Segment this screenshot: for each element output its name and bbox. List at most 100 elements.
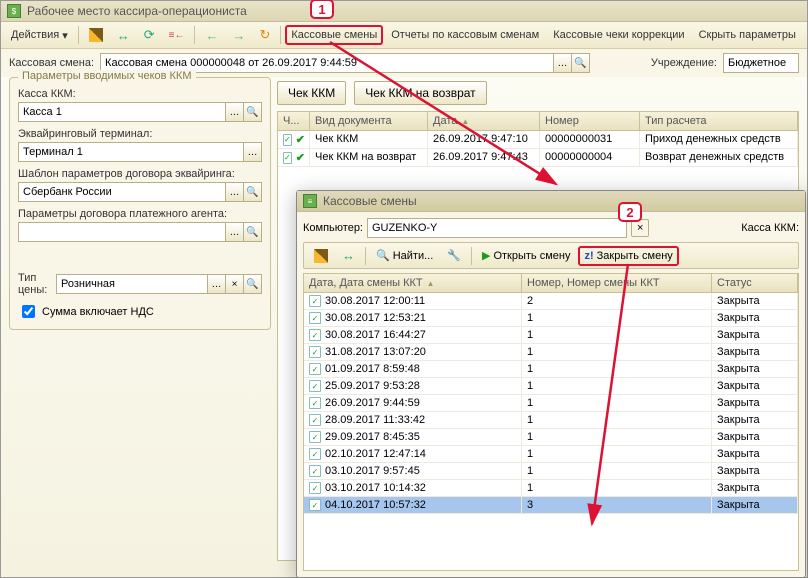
forward-icon[interactable] — [226, 25, 251, 46]
table-row[interactable]: 30.08.2017 12:53:211Закрыта — [304, 310, 798, 327]
cell-shift-status: Закрыта — [712, 327, 798, 343]
table-row[interactable]: 28.09.2017 11:33:421Закрыта — [304, 412, 798, 429]
close-shift-button[interactable]: z!Закрыть смену — [578, 246, 678, 266]
acq-input[interactable]: … — [18, 142, 262, 162]
edit-icon[interactable] — [83, 25, 109, 45]
cell-shift-num: 1 — [522, 429, 712, 445]
cell-shift-num: 1 — [522, 480, 712, 496]
open-shift-button[interactable]: Открыть смену — [476, 246, 576, 265]
search-icon[interactable]: 🔍 — [571, 54, 589, 72]
cell-shift-status: Закрыта — [712, 344, 798, 360]
ellipsis-icon[interactable]: … — [207, 275, 225, 293]
kkm-input[interactable]: … 🔍 — [18, 102, 262, 122]
table-row[interactable]: 04.10.2017 10:57:323Закрыта — [304, 497, 798, 514]
table-row[interactable]: 31.08.2017 13:07:201Закрыта — [304, 344, 798, 361]
col-shift-status[interactable]: Статус — [712, 274, 798, 292]
search-icon[interactable]: 🔍 — [243, 275, 261, 293]
shifts-grid[interactable]: Дата, Дата смены ККТ▲ Номер, Номер смены… — [303, 273, 799, 571]
wrench-icon[interactable] — [441, 246, 467, 265]
tmpl-field[interactable] — [19, 183, 225, 201]
table-row[interactable]: 03.10.2017 9:57:451Закрыта — [304, 463, 798, 480]
computer-input[interactable] — [367, 218, 627, 238]
find-button[interactable]: Найти... — [370, 246, 439, 265]
tab-cash-shifts[interactable]: Кассовые смены — [285, 25, 383, 45]
steps-icon[interactable] — [163, 26, 191, 44]
col-num[interactable]: Номер — [540, 112, 640, 130]
table-row[interactable]: 29.09.2017 8:45:351Закрыта — [304, 429, 798, 446]
col-type[interactable]: Тип расчета — [640, 112, 798, 130]
cell-shift-date: 29.09.2017 8:45:35 — [304, 429, 522, 445]
col-date[interactable]: Дата▲ — [428, 112, 540, 130]
ellipsis-icon[interactable]: … — [225, 223, 243, 241]
table-row[interactable]: ✔Чек ККМ26.09.2017 9:47:1000000000031При… — [278, 131, 798, 149]
price-input[interactable]: … × 🔍 — [56, 274, 262, 294]
kkm-field[interactable] — [19, 103, 225, 121]
sort-asc-icon: ▲ — [461, 117, 469, 126]
check-kkm-button[interactable]: Чек ККМ — [277, 81, 346, 105]
window-title: Рабочее место кассира-операциониста — [27, 4, 247, 18]
search-icon[interactable]: 🔍 — [243, 223, 261, 241]
table-row[interactable]: 30.08.2017 16:44:271Закрыта — [304, 327, 798, 344]
search-icon[interactable]: 🔍 — [243, 183, 261, 201]
cell-shift-status: Закрыта — [712, 310, 798, 326]
agent-input[interactable]: … 🔍 — [18, 222, 262, 242]
cell-kind: Чек ККМ — [310, 131, 428, 148]
tmpl-input[interactable]: … 🔍 — [18, 182, 262, 202]
table-row[interactable]: 25.09.2017 9:53:281Закрыта — [304, 378, 798, 395]
ellipsis-icon[interactable]: … — [553, 54, 571, 72]
cell-date: 26.09.2017 9:47:10 — [428, 131, 540, 148]
refresh-icon[interactable] — [138, 24, 161, 46]
col-shift-date[interactable]: Дата, Дата смены ККТ▲ — [304, 274, 522, 292]
cell-shift-date: 03.10.2017 9:57:45 — [304, 463, 522, 479]
doc-posted-icon — [309, 363, 321, 375]
vat-checkbox[interactable]: Сумма включает НДС — [18, 302, 262, 321]
search-icon[interactable]: 🔍 — [243, 103, 261, 121]
col-kind[interactable]: Вид документа — [310, 112, 428, 130]
doc-posted-icon — [283, 134, 292, 146]
cell-shift-status: Закрыта — [712, 361, 798, 377]
table-row[interactable]: ✔Чек ККМ на возврат26.09.2017 9:47:43000… — [278, 149, 798, 167]
table-row[interactable]: 30.08.2017 12:00:112Закрыта — [304, 293, 798, 310]
cell-shift-num: 1 — [522, 310, 712, 326]
clear-icon[interactable]: × — [225, 275, 243, 293]
vat-check-input[interactable] — [22, 305, 35, 318]
cell-shift-num: 1 — [522, 344, 712, 360]
table-row[interactable]: 01.09.2017 8:59:481Закрыта — [304, 361, 798, 378]
col-shift-num[interactable]: Номер, Номер смены ККТ — [522, 274, 712, 292]
price-label: Тип цены: — [18, 272, 52, 296]
table-row[interactable]: 26.09.2017 9:44:591Закрыта — [304, 395, 798, 412]
reload-icon[interactable] — [253, 24, 276, 46]
cell-shift-date: 30.08.2017 12:53:21 — [304, 310, 522, 326]
cell-num: 00000000031 — [540, 131, 640, 148]
tab-hide-params[interactable]: Скрыть параметры — [693, 26, 802, 44]
table-row[interactable]: 02.10.2017 12:47:141Закрыта — [304, 446, 798, 463]
doc-posted-icon — [309, 380, 321, 392]
check-kkm-return-button[interactable]: Чек ККМ на возврат — [354, 81, 486, 105]
swap-icon[interactable] — [336, 245, 361, 266]
swap-icon[interactable] — [111, 25, 136, 46]
org-field[interactable] — [724, 54, 808, 72]
table-row[interactable]: 03.10.2017 10:14:321Закрыта — [304, 480, 798, 497]
acq-field[interactable] — [19, 143, 243, 161]
ellipsis-icon[interactable]: … — [225, 103, 243, 121]
org-label: Учреждение: — [651, 57, 717, 69]
doc-posted-icon — [309, 448, 321, 460]
callout-2: 2 — [618, 202, 642, 222]
tab-cash-reports[interactable]: Отчеты по кассовым сменам — [385, 26, 545, 44]
separator — [194, 26, 195, 44]
ellipsis-icon[interactable]: … — [225, 183, 243, 201]
agent-field[interactable] — [19, 223, 225, 241]
ellipsis-icon[interactable]: … — [243, 143, 261, 161]
doc-posted-icon — [309, 346, 321, 358]
price-field[interactable] — [57, 275, 207, 293]
doc-posted-icon — [283, 152, 292, 164]
org-input[interactable] — [723, 53, 799, 73]
edit-icon[interactable] — [308, 246, 334, 266]
tab-correction-checks[interactable]: Кассовые чеки коррекции — [547, 26, 690, 44]
computer-field[interactable] — [368, 219, 626, 237]
cell-shift-status: Закрыта — [712, 378, 798, 394]
cell-shift-date: 02.10.2017 12:47:14 — [304, 446, 522, 462]
back-icon[interactable] — [199, 25, 224, 46]
actions-menu[interactable]: Действия ▾ — [5, 26, 74, 45]
col-ch[interactable]: Ч... — [278, 112, 310, 130]
